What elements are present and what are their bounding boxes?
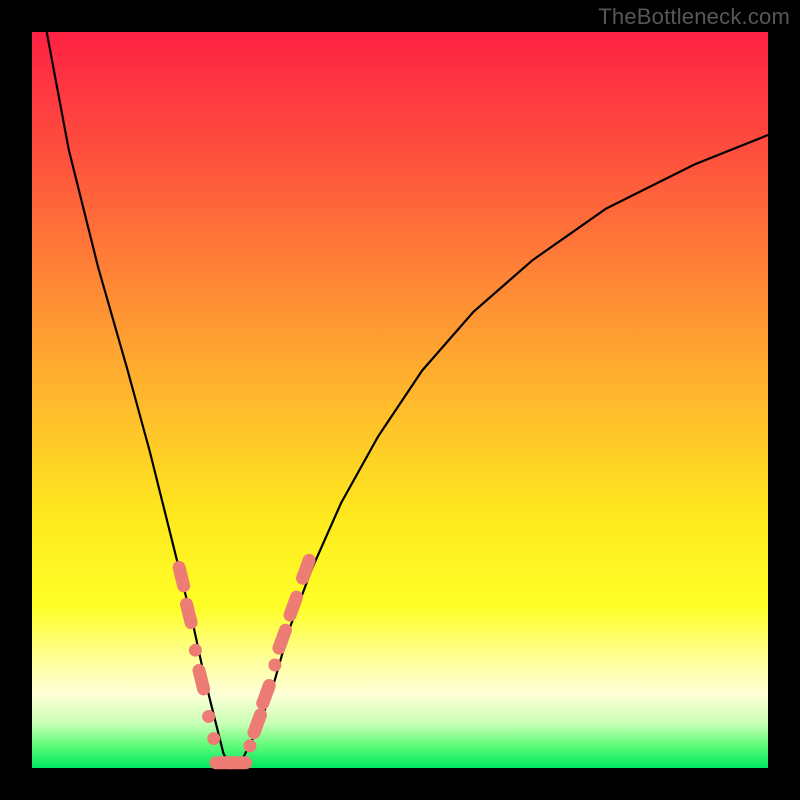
curve-marker (224, 756, 252, 769)
curve-marker (271, 622, 294, 657)
curve-marker (189, 644, 202, 657)
curve-marker (243, 739, 256, 752)
watermark-text: TheBottleneck.com (598, 4, 790, 30)
curve-marker (179, 596, 199, 630)
curve-marker (246, 707, 269, 742)
plot-area (32, 32, 768, 768)
curve-marker (171, 560, 191, 594)
chart-stage: TheBottleneck.com (0, 0, 800, 800)
curve-marker (282, 589, 305, 624)
curve-marker (294, 552, 317, 587)
chart-svg (32, 32, 768, 768)
bottleneck-curve-path (47, 32, 768, 768)
curve-marker (191, 663, 211, 697)
marker-layer (171, 552, 317, 769)
curve-marker (207, 732, 220, 745)
curve-marker (254, 677, 277, 712)
curve-marker (202, 710, 215, 723)
curve-marker (268, 659, 281, 672)
